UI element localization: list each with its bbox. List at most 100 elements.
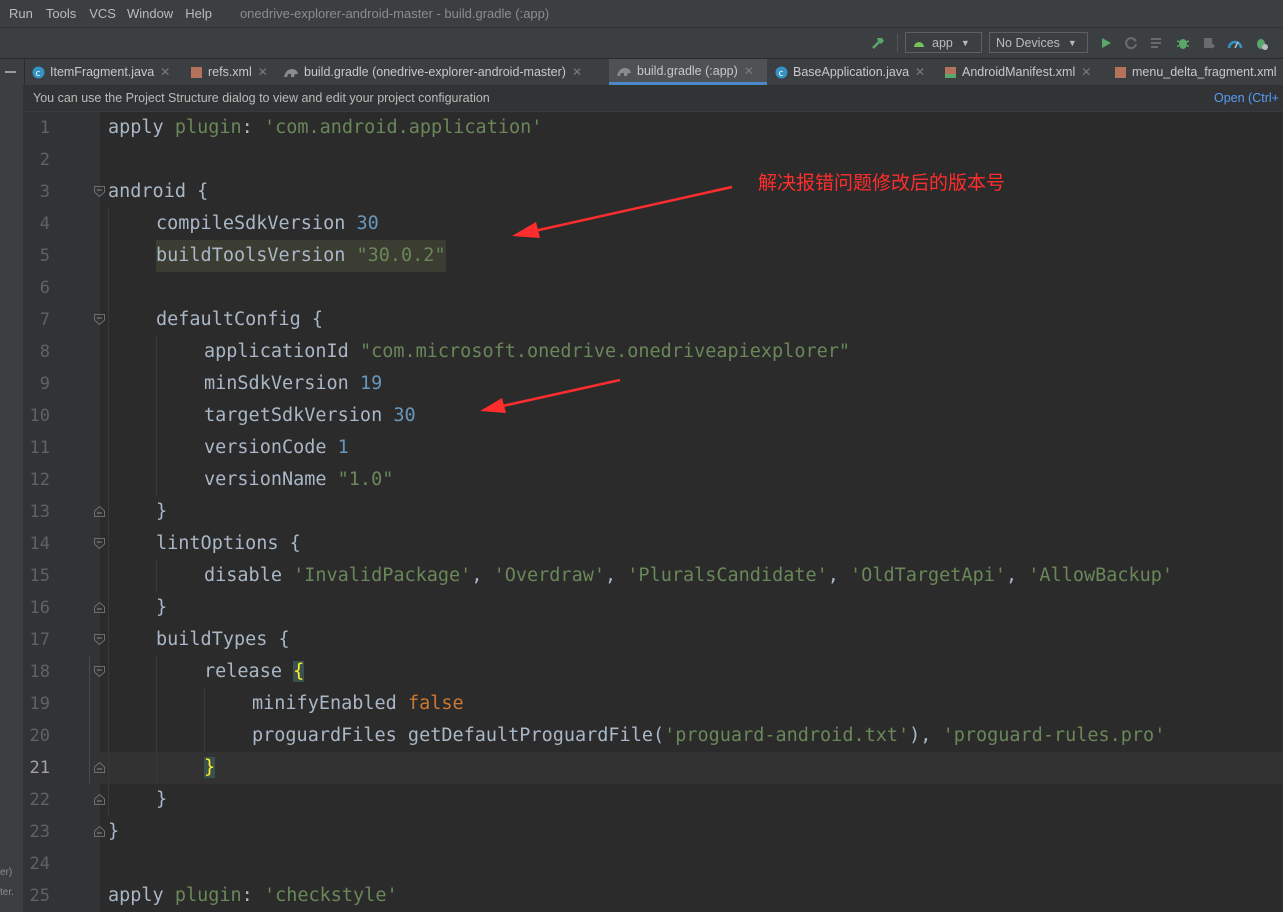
close-icon[interactable]: ✕ [744,64,754,78]
code-line-5-build-tools: buildToolsVersion "30.0.2" [156,240,446,272]
close-icon[interactable]: ✕ [258,65,268,79]
apply-changes-icon[interactable] [1148,33,1166,53]
tab-label: AndroidManifest.xml [962,65,1076,79]
run-config-label: app [932,35,953,50]
code-line-18: release { [204,661,305,682]
line-number: 10 [29,406,50,426]
debug-settings-icon[interactable] [1252,33,1270,53]
line-number: 15 [29,566,50,586]
close-icon[interactable]: ✕ [160,65,170,79]
fold-close-icon[interactable] [94,762,105,773]
tab-label: BaseApplication.java [793,65,910,79]
run-config-select[interactable]: app ▼ [905,32,982,53]
fold-open-icon[interactable] [94,314,105,325]
tab-build-gradle-project[interactable]: build.gradle (onedrive-explorer-android-… [283,59,582,85]
close-icon[interactable]: ✕ [572,65,582,79]
notice-message: You can use the Project Structure dialog… [33,91,490,105]
line-number: 11 [29,438,50,458]
tab-bar-gutter [0,59,25,85]
tab-menu-delta-fragment-xml[interactable]: menu_delta_fragment.xml [1114,59,1277,85]
chevron-down-icon: ▼ [1067,37,1077,48]
tab-label: build.gradle (:app) [637,63,738,78]
line-number: 24 [29,854,50,874]
java-class-icon: c [775,66,788,79]
fold-close-icon[interactable] [94,794,105,805]
svg-text:c: c [779,69,784,79]
tab-itemfragment-java[interactable]: c ItemFragment.java ✕ [32,59,170,85]
fold-close-icon[interactable] [94,826,105,837]
code-line-1: apply plugin: 'com.android.application' [108,117,543,138]
fold-open-icon[interactable] [94,186,105,197]
xml-file-icon [1114,66,1127,79]
line-number: 14 [29,534,50,554]
current-line-highlight [100,752,1283,784]
open-project-structure-link[interactable]: Open (Ctrl+ [1214,91,1279,105]
tab-label: ItemFragment.java [50,65,155,79]
menu-help[interactable]: Help [185,6,212,21]
line-number: 23 [29,822,50,842]
line-number: 5 [39,246,50,266]
code-line-8: applicationId "com.microsoft.onedrive.on… [204,341,851,362]
code-line-9: minSdkVersion 19 [204,373,383,394]
tab-build-gradle-app[interactable]: build.gradle (:app) ✕ [609,59,767,85]
attach-debugger-icon[interactable] [1200,33,1218,53]
line-number: 13 [29,502,50,522]
fold-close-icon[interactable] [94,602,105,613]
code-line-19: minifyEnabled false [252,693,464,714]
xml-file-icon [190,66,203,79]
code-line-12: versionName "1.0" [204,469,394,490]
code-line-14: lintOptions { [156,533,301,554]
line-number: 4 [39,214,50,234]
gradle-icon [283,66,299,79]
fold-open-icon[interactable] [94,538,105,549]
line-number: 20 [29,726,50,746]
svg-text:c: c [36,69,41,79]
close-icon[interactable]: ✕ [1081,65,1091,79]
line-number: 8 [39,342,50,362]
java-class-icon: c [32,66,45,79]
menu-window[interactable]: Window [127,6,173,21]
tab-androidmanifest-xml[interactable]: AndroidManifest.xml ✕ [944,59,1091,85]
indent-guide [156,560,157,592]
close-icon[interactable]: ✕ [915,65,925,79]
left-tool-strip: er) ter. [0,85,24,912]
menu-vcs[interactable]: VCS [89,6,116,21]
code-line-25: apply plugin: 'checkstyle' [108,885,398,906]
gradle-icon [616,64,632,77]
indent-guide [156,336,157,496]
run-icon[interactable] [1097,33,1115,53]
line-number: 6 [39,278,50,298]
fold-close-icon[interactable] [94,506,105,517]
annotation-text: 解决报错问题修改后的版本号 [758,172,1006,194]
minus-icon [5,71,16,73]
editor-tab-bar: c ItemFragment.java ✕ refs.xml ✕ build.g… [0,58,1283,86]
line-number-current: 21 [29,758,50,778]
tab-label: menu_delta_fragment.xml [1132,65,1277,79]
manifest-file-icon [944,66,957,79]
code-line-15: disable 'InvalidPackage', 'Overdraw', 'P… [204,565,1174,586]
indent-guide [204,688,205,752]
menu-tools[interactable]: Tools [46,6,76,21]
indent-guide [156,656,157,784]
code-line-16: } [156,597,168,618]
line-number: 17 [29,630,50,650]
tab-baseapplication-java[interactable]: c BaseApplication.java ✕ [775,59,925,85]
line-number: 25 [29,886,50,906]
profile-icon[interactable] [1226,33,1244,53]
line-number: 3 [39,182,50,202]
code-line-4: compileSdkVersion 30 [156,213,379,234]
menu-run[interactable]: Run [9,6,33,21]
fold-open-icon[interactable] [94,666,105,677]
line-number: 18 [29,662,50,682]
rerun-icon[interactable] [1122,33,1140,53]
device-select[interactable]: No Devices ▼ [989,32,1088,53]
scope-marker [89,656,90,784]
build-hammer-icon[interactable] [868,33,888,53]
tab-refs-xml[interactable]: refs.xml ✕ [190,59,268,85]
line-number: 12 [29,470,50,490]
project-structure-notice: You can use the Project Structure dialog… [24,85,1283,112]
android-icon [914,41,924,47]
debug-icon[interactable] [1174,33,1192,53]
code-line-22: } [156,789,168,810]
fold-open-icon[interactable] [94,634,105,645]
